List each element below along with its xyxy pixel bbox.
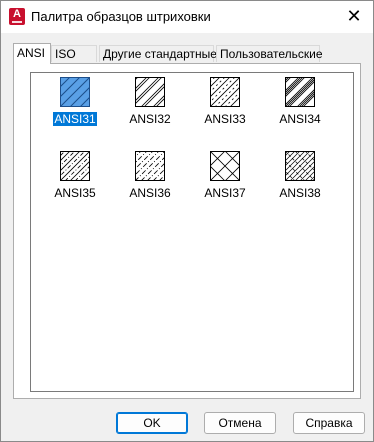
pattern-item-ansi36[interactable]: ANSI36 bbox=[120, 151, 180, 201]
tab-strip: ANSI ISO Другие стандартные Пользователь… bbox=[13, 43, 363, 64]
tab-iso[interactable]: ISO bbox=[51, 45, 97, 62]
window-title: Палитра образцов штриховки bbox=[31, 9, 211, 24]
pattern-label: ANSI31 bbox=[53, 112, 97, 126]
ansi31-swatch-icon bbox=[60, 77, 90, 107]
ansi37-swatch-icon bbox=[210, 151, 240, 181]
autocad-logo-icon: A bbox=[9, 8, 25, 25]
tab-panel: ANSI31 ANSI32 ANSI33 ANSI34 ANSI35 ANSI3… bbox=[13, 63, 361, 399]
pattern-label: ANSI38 bbox=[279, 186, 321, 200]
cancel-button[interactable]: Отмена bbox=[204, 412, 276, 434]
pattern-label: ANSI34 bbox=[279, 112, 321, 126]
ansi35-swatch-icon bbox=[60, 151, 90, 181]
ansi36-swatch-icon bbox=[135, 151, 165, 181]
pattern-item-ansi32[interactable]: ANSI32 bbox=[120, 77, 180, 127]
pattern-label: ANSI37 bbox=[204, 186, 246, 200]
help-button[interactable]: Справка bbox=[293, 412, 365, 434]
ok-button[interactable]: OK bbox=[116, 412, 188, 434]
pattern-item-ansi33[interactable]: ANSI33 bbox=[195, 77, 255, 127]
pattern-label: ANSI32 bbox=[129, 112, 171, 126]
pattern-label: ANSI33 bbox=[204, 112, 246, 126]
ansi34-swatch-icon bbox=[285, 77, 315, 107]
tab-other-standard[interactable]: Другие стандартные bbox=[99, 45, 217, 62]
hatch-pattern-list[interactable]: ANSI31 ANSI32 ANSI33 ANSI34 ANSI35 ANSI3… bbox=[30, 72, 354, 392]
pattern-item-ansi35[interactable]: ANSI35 bbox=[45, 151, 105, 201]
pattern-item-ansi38[interactable]: ANSI38 bbox=[270, 151, 330, 201]
dialog-window: A Палитра образцов штриховки ✕ ANSI ISO … bbox=[0, 0, 374, 442]
ansi38-swatch-icon bbox=[285, 151, 315, 181]
ansi33-swatch-icon bbox=[210, 77, 240, 107]
title-bar[interactable]: A Палитра образцов штриховки ✕ bbox=[1, 1, 373, 33]
pattern-label: ANSI35 bbox=[54, 186, 96, 200]
pattern-item-ansi37[interactable]: ANSI37 bbox=[195, 151, 255, 201]
tab-ansi[interactable]: ANSI bbox=[13, 43, 51, 64]
pattern-item-ansi34[interactable]: ANSI34 bbox=[270, 77, 330, 127]
close-icon[interactable]: ✕ bbox=[345, 7, 363, 25]
pattern-label: ANSI36 bbox=[129, 186, 171, 200]
tab-custom[interactable]: Пользовательские bbox=[216, 45, 323, 62]
pattern-item-ansi31[interactable]: ANSI31 bbox=[45, 77, 105, 127]
ansi32-swatch-icon bbox=[135, 77, 165, 107]
